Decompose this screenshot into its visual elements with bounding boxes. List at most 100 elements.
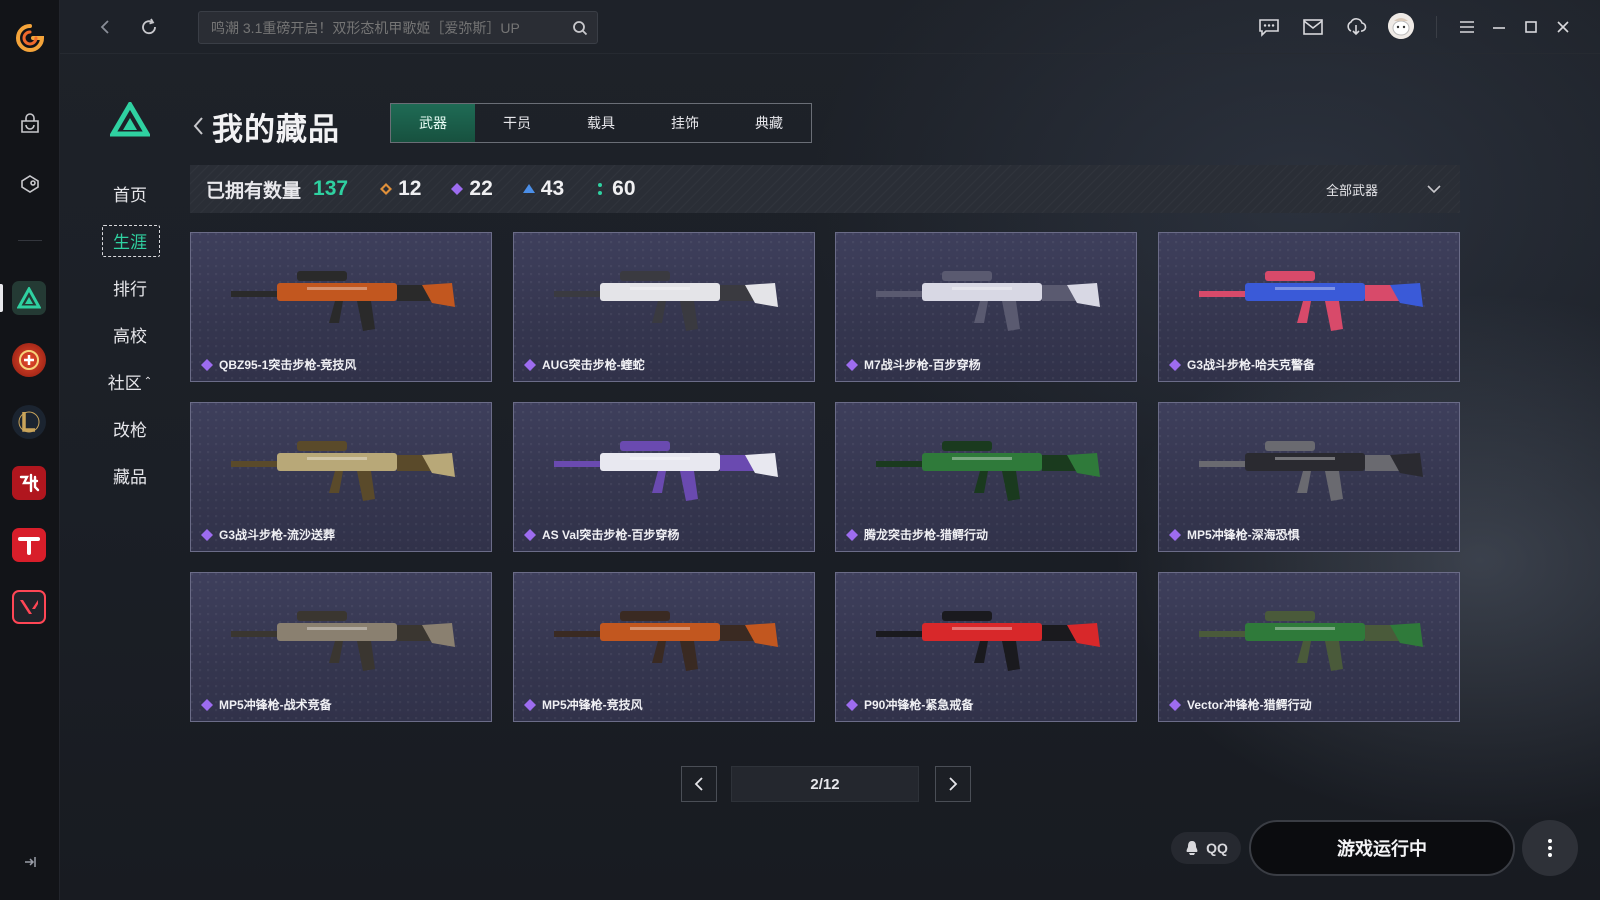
collection-item-card[interactable]: MP5冲锋枪-深海恐惧 <box>1158 402 1460 552</box>
owned-count-total: 137 <box>313 177 349 200</box>
item-name: MP5冲锋枪-竞技风 <box>542 698 643 712</box>
nav-item-ranking[interactable]: 排行 <box>100 272 160 302</box>
stat-blue: 43 <box>522 177 565 201</box>
stats-bar: 已拥有数量 137 12 22 43 60 全部武器 <box>190 165 1460 213</box>
more-options-icon[interactable] <box>1522 820 1578 876</box>
gift-icon[interactable] <box>10 164 50 204</box>
weapon-filter-dropdown[interactable]: 全部武器 <box>1326 165 1442 213</box>
item-label: MP5冲锋枪-战术竞备 <box>201 696 332 713</box>
stat-purple-value: 22 <box>469 177 493 200</box>
search-input[interactable] <box>211 19 563 36</box>
collection-item-card[interactable]: MP5冲锋枪-竞技风 <box>513 572 815 722</box>
valorant-icon[interactable] <box>12 590 46 624</box>
collection-item-card[interactable]: Vector冲锋枪-猎鳄行动 <box>1158 572 1460 722</box>
tab-vehicles[interactable]: 载具 <box>559 104 643 142</box>
download-icon[interactable] <box>1343 14 1369 40</box>
store-icon[interactable] <box>10 104 50 144</box>
minimize-icon[interactable] <box>1486 14 1512 40</box>
ni-shui-han-icon[interactable] <box>12 466 46 500</box>
collection-item-card[interactable]: G3战斗步枪-哈夫克警备 <box>1158 232 1460 382</box>
nav-item-college[interactable]: 高校 <box>100 319 160 349</box>
weapon-image <box>554 271 778 331</box>
qq-button[interactable]: QQ <box>1171 832 1241 864</box>
game-running-button[interactable]: 游戏运行中 <box>1249 820 1515 876</box>
purple-rarity-icon <box>524 528 536 541</box>
app-rail <box>0 0 60 900</box>
item-name: 腾龙突击步枪-猎鳄行动 <box>864 528 988 542</box>
item-name: M7战斗步枪-百步穿杨 <box>864 358 981 372</box>
weapon-image <box>1199 441 1423 501</box>
maximize-icon[interactable] <box>1518 14 1544 40</box>
search-icon[interactable] <box>563 12 597 43</box>
weapon-image <box>554 611 778 671</box>
collection-item-card[interactable]: G3战斗步枪-流沙送葬 <box>190 402 492 552</box>
stat-blue-value: 43 <box>540 177 565 200</box>
weapon-image <box>231 611 455 671</box>
item-label: G3战斗步枪-流沙送葬 <box>201 526 335 543</box>
refresh-icon[interactable] <box>136 14 162 40</box>
collection-grid: QBZ95-1突击步枪-竞技风 AUG突击步枪-蝰蛇 M7战斗步枪-百步穿杨 G3战斗… <box>190 232 1460 722</box>
delta-force-icon[interactable] <box>12 281 46 315</box>
collection-item-card[interactable]: P90冲锋枪-紧急戒备 <box>835 572 1137 722</box>
weapon-image <box>1199 611 1423 671</box>
weapon-image <box>876 611 1100 671</box>
purple-rarity-icon <box>846 358 858 371</box>
back-icon[interactable] <box>92 14 118 40</box>
purple-rarity-icon <box>524 698 536 711</box>
avatar[interactable] <box>1388 13 1414 39</box>
collection-item-card[interactable]: QBZ95-1突击步枪-竞技风 <box>190 232 492 382</box>
next-page-button[interactable] <box>935 766 971 802</box>
nav-label: 社区 <box>107 373 142 393</box>
item-label: Vector冲锋枪-猎鳄行动 <box>1169 696 1312 713</box>
collection-item-card[interactable]: 腾龙突击步枪-猎鳄行动 <box>835 402 1137 552</box>
nav-item-collection[interactable]: 藏品 <box>100 460 160 490</box>
message-icon[interactable] <box>1256 14 1282 40</box>
rail-active-indicator <box>0 284 3 312</box>
item-name: AS Val突击步枪-百步穿杨 <box>542 528 680 542</box>
green-rarity-icon <box>594 183 606 195</box>
item-name: G3战斗步枪-流沙送葬 <box>219 528 336 542</box>
nav-label: 排行 <box>113 279 147 299</box>
chevron-up-icon: ⌃ <box>143 375 153 387</box>
mail-icon[interactable] <box>1300 14 1326 40</box>
owned-count-label: 已拥有数量 <box>206 180 302 202</box>
item-label: QBZ95-1突击步枪-竞技风 <box>201 356 356 373</box>
nav-item-home[interactable]: 首页 <box>100 178 160 208</box>
tab-weapons[interactable]: 武器 <box>391 104 475 142</box>
item-label: M7战斗步枪-百步穿杨 <box>846 356 981 373</box>
purple-rarity-icon <box>451 183 464 195</box>
collection-item-card[interactable]: AUG突击步枪-蝰蛇 <box>513 232 815 382</box>
nav-item-career[interactable]: 生涯 <box>100 225 160 257</box>
nav-item-gunsmith[interactable]: 改枪 <box>100 413 160 443</box>
item-name: MP5冲锋枪-战术竞备 <box>219 698 332 712</box>
weapon-image <box>1199 271 1423 331</box>
nav-label: 高校 <box>113 326 147 346</box>
tab-charms[interactable]: 挂饰 <box>643 104 727 142</box>
item-label: 腾龙突击步枪-猎鳄行动 <box>846 526 988 543</box>
qq-penguin-icon <box>1184 840 1200 856</box>
tab-collection[interactable]: 典藏 <box>727 104 811 142</box>
weapon-image <box>554 441 778 501</box>
purple-rarity-icon <box>1169 528 1181 541</box>
tiandao-icon[interactable] <box>12 528 46 562</box>
top-bar <box>60 0 1600 54</box>
prev-page-button[interactable] <box>681 766 717 802</box>
collection-item-card[interactable]: AS Val突击步枪-百步穿杨 <box>513 402 815 552</box>
close-icon[interactable] <box>1550 14 1576 40</box>
nav-item-community[interactable]: 社区 ⌃ <box>100 366 160 396</box>
delta-force-logo <box>108 100 152 138</box>
collapse-icon[interactable] <box>20 852 40 872</box>
tab-operators[interactable]: 干员 <box>475 104 559 142</box>
menu-icon[interactable] <box>1454 14 1480 40</box>
item-label: MP5冲锋枪-深海恐惧 <box>1169 526 1300 543</box>
collection-item-card[interactable]: M7战斗步枪-百步穿杨 <box>835 232 1137 382</box>
item-name: QBZ95-1突击步枪-竞技风 <box>219 358 357 372</box>
app-logo[interactable] <box>14 22 46 54</box>
collection-item-card[interactable]: MP5冲锋枪-战术竞备 <box>190 572 492 722</box>
crossfire-icon[interactable] <box>12 343 46 377</box>
qq-label: QQ <box>1206 840 1228 856</box>
search-box[interactable] <box>198 11 598 44</box>
league-of-legends-icon[interactable] <box>12 405 46 439</box>
nav-label: 改枪 <box>113 420 147 440</box>
back-chevron-icon[interactable] <box>188 112 208 140</box>
